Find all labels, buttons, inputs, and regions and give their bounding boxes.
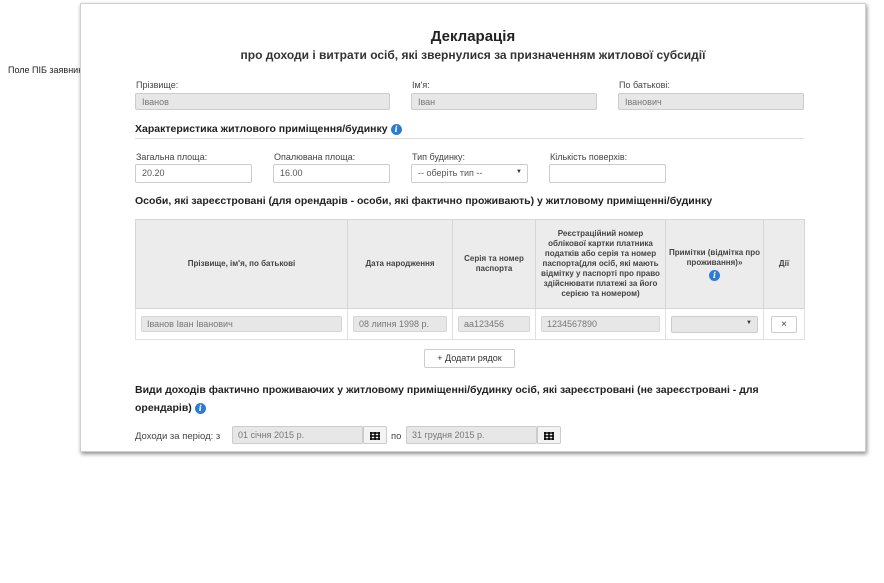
patronymic-field[interactable]: Іванович xyxy=(618,93,804,110)
heated-area-label: Опалювана площа: xyxy=(274,152,356,162)
period-to-input[interactable]: 31 грудня 2015 р. xyxy=(406,426,537,444)
building-type-value: -- оберіть тип -- xyxy=(418,168,483,178)
period-to-label: по xyxy=(391,431,402,442)
total-area-input[interactable]: 20.20 xyxy=(135,164,252,183)
table-header-row: Прізвище, ім'я, по батькові Дата народже… xyxy=(135,219,805,309)
floors-input[interactable] xyxy=(549,164,666,183)
surname-field[interactable]: Іванов xyxy=(135,93,390,110)
row-full-name-field[interactable]: Іванов Іван Іванович xyxy=(141,316,342,332)
patronymic-label: По батькові: xyxy=(619,80,670,90)
callout-label: Поле ПІБ заявника xyxy=(8,65,88,75)
col-header-birth-date: Дата народження xyxy=(347,219,453,309)
col-header-full-name: Прізвище, ім'я, по батькові xyxy=(135,219,348,309)
income-section-title-text: Види доходів фактично проживаючих у житл… xyxy=(135,384,759,414)
info-icon[interactable]: i xyxy=(194,402,206,414)
page-subtitle: про доходи і витрати осіб, які звернулис… xyxy=(240,48,706,62)
info-icon[interactable]: i xyxy=(709,269,720,281)
building-type-select[interactable]: -- оберіть тип -- ▼ xyxy=(411,164,528,183)
page-title: Декларація xyxy=(430,28,516,45)
persons-table: Прізвище, ім'я, по батькові Дата народже… xyxy=(135,219,805,340)
name-field[interactable]: Іван xyxy=(411,93,597,110)
heated-area-input[interactable]: 16.00 xyxy=(273,164,390,183)
caret-down-icon: ▼ xyxy=(746,319,752,326)
row-tax-id-field[interactable]: 1234567890 xyxy=(541,316,660,332)
total-area-label: Загальна площа: xyxy=(136,152,208,162)
housing-section-title: Характеристика житлового приміщення/буди… xyxy=(135,123,402,135)
col-header-notes-text: Примітки (відмітка про проживання)» xyxy=(669,247,760,267)
calendar-from-button[interactable] xyxy=(363,426,387,444)
row-note-select[interactable]: ▼ xyxy=(671,315,758,333)
floors-label: Кількість поверхів: xyxy=(550,152,628,162)
delete-row-button[interactable]: × xyxy=(771,315,797,333)
row-birth-date-field[interactable]: 08 липня 1998 р. xyxy=(353,316,447,332)
calendar-to-button[interactable] xyxy=(537,426,561,444)
caret-down-icon: ▼ xyxy=(516,169,522,175)
housing-section-title-text: Характеристика житлового приміщення/буди… xyxy=(135,123,388,135)
col-header-actions: Дії xyxy=(763,219,805,309)
surname-label: Прізвище: xyxy=(136,80,179,90)
table-row: Іванов Іван Іванович 08 липня 1998 р. аа… xyxy=(135,308,805,340)
persons-section-title: Особи, які зареєстровані (для орендарів … xyxy=(135,195,713,207)
section-divider xyxy=(135,138,804,139)
period-from-input[interactable]: 01 січня 2015 р. xyxy=(232,426,363,444)
col-header-tax-id: Реєстраційний номер облікової картки пла… xyxy=(535,219,666,309)
calendar-icon xyxy=(544,432,554,440)
add-row-button[interactable]: + Додати рядок xyxy=(424,349,515,368)
col-header-passport: Серія та номер паспорта xyxy=(452,219,536,309)
name-label: Ім'я: xyxy=(412,80,430,90)
row-passport-field[interactable]: аа123456 xyxy=(458,316,530,332)
period-label: Доходи за період: з xyxy=(135,431,221,442)
col-header-notes: Примітки (відмітка про проживання)» i xyxy=(665,219,764,309)
declaration-form: Декларація про доходи і витрати осіб, як… xyxy=(80,3,866,452)
info-icon[interactable]: i xyxy=(390,123,402,135)
calendar-icon xyxy=(370,432,380,440)
building-type-label: Тип будинку: xyxy=(412,152,465,162)
income-section-title: Види доходів фактично проживаючих у житл… xyxy=(135,381,815,417)
